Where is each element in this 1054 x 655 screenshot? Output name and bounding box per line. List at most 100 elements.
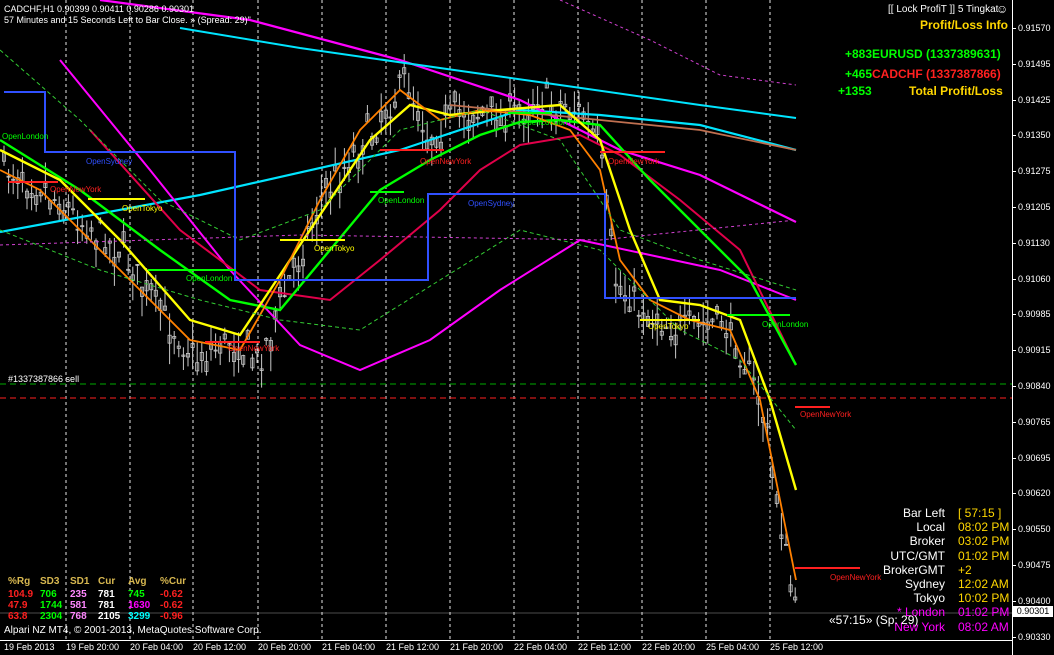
price-tick-label: 0.90475: [1018, 560, 1051, 570]
stats-header: Cur: [98, 576, 116, 587]
countdown-label: «57:15» (Sp: 29): [829, 613, 919, 627]
copyright-label: Alpari NZ MT4, © 2001-2013, MetaQuotes S…: [4, 625, 262, 636]
price-tick-label: 0.90330: [1018, 631, 1051, 642]
order-line-label: #1337387866 sell: [8, 374, 80, 384]
time-tick-label: 20 Feb 12:00: [193, 642, 247, 652]
price-tick-mark: [1012, 457, 1016, 459]
stats-cell: 2105: [98, 611, 121, 622]
smiley-icon: ☺: [996, 2, 1009, 16]
time-tick-label: 20 Feb 20:00: [258, 642, 312, 652]
stats-header: %Cur: [160, 576, 187, 587]
price-tick-mark: [1012, 421, 1016, 423]
clock-value: 01:02 PM: [958, 605, 1010, 620]
envelope-magenta-line: [0, 219, 797, 246]
clock-value: 10:02 PM: [958, 591, 1010, 606]
pl-description: EURUSD (1337389631): [872, 47, 1001, 61]
session-label: OpenLondon: [521, 118, 568, 127]
ma-magenta-line: [99, 0, 797, 223]
time-tick-label: 21 Feb 20:00: [450, 642, 504, 652]
pl-description: Total Profit/Loss: [909, 84, 1003, 98]
time-tick-label: 19 Feb 2013: [4, 642, 55, 652]
time-tick-label: 20 Feb 04:00: [130, 642, 184, 652]
clock-value: 08:02 AM: [958, 619, 1009, 634]
price-tick-mark: [1012, 350, 1016, 352]
stats-cell: 781: [98, 600, 115, 611]
price-tick-label: 0.91570: [1018, 23, 1051, 33]
session-label: OpenNewYork: [420, 157, 472, 166]
clock-key: Tokyo: [913, 591, 945, 606]
stats-cell: 3299: [128, 611, 151, 622]
clock-value: 01:02 PM: [958, 548, 1010, 563]
stats-cell: 235: [70, 589, 87, 600]
stats-cell: 745: [128, 589, 145, 600]
pl-description: CADCHF (1337387866): [872, 67, 1001, 81]
price-tick-mark: [1012, 493, 1016, 495]
stats-cell: 104.9: [8, 589, 34, 600]
price-tick-label: 0.90620: [1018, 488, 1051, 499]
clock-value: +2: [958, 562, 972, 577]
session-label: OpenSydney: [86, 157, 133, 166]
time-axis-line: [0, 640, 1012, 641]
pl-amount: +465: [845, 67, 873, 81]
price-tick-label: 0.91275: [1018, 166, 1051, 177]
stats-header: SD3: [40, 576, 60, 587]
stats-cell: 706: [40, 589, 57, 600]
chart-window[interactable]: CADCHF,H1 0.90399 0.90411 0.90286 0.9030…: [0, 0, 1054, 655]
bar-timer-label: 57 Minutes and 15 Seconds Left to Bar Cl…: [4, 15, 251, 25]
price-tick-mark: [1012, 314, 1016, 316]
stats-cell: -0.62: [160, 600, 183, 611]
price-tick-mark: [1012, 565, 1016, 566]
clock-key: Bar Left: [902, 506, 945, 520]
pl-amount: +1353: [838, 84, 872, 98]
price-tick-mark: [1012, 171, 1016, 173]
time-tick-label: 25 Feb 12:00: [770, 642, 824, 652]
price-tick-label: 0.91495: [1018, 58, 1051, 69]
price-tick-mark: [1012, 242, 1016, 244]
ma-cyan-long-line: [179, 27, 797, 119]
price-tick-mark: [1012, 278, 1016, 280]
price-tick-mark: [1012, 636, 1016, 638]
session-label: OpenLondon: [762, 320, 809, 329]
stats-cell: 63.8: [8, 611, 28, 622]
price-tick-label: 0.91205: [1018, 202, 1051, 212]
price-tick-mark: [1012, 63, 1016, 65]
pl-amount: +883: [845, 47, 873, 61]
price-tick-label: 0.91130: [1018, 237, 1050, 248]
clock-value: 12:02 AM: [958, 577, 1009, 591]
stats-cell: -0.62: [160, 589, 183, 600]
lock-profit-label[interactable]: [[ Lock ProfiT ]] 5 Tingkat: [888, 5, 998, 15]
session-label: OpenNewYork: [50, 185, 102, 194]
symbol-ohlc-label: CADCHF,H1 0.90399 0.90411 0.90286 0.9030…: [4, 4, 194, 14]
price-tick-label: 0.91425: [1018, 94, 1051, 105]
price-tick-label: 0.90400: [1018, 595, 1051, 606]
stats-cell: 47.9: [8, 600, 28, 611]
price-tick-label: 0.90915: [1018, 345, 1051, 356]
stats-header: %Rg: [8, 576, 31, 587]
price-tick-mark: [1012, 99, 1016, 101]
time-tick-label: 21 Feb 12:00: [386, 642, 440, 652]
session-label: OpenNewYork: [608, 157, 660, 166]
price-tick-label: 0.91060: [1018, 273, 1051, 284]
stats-cell: 1744: [40, 600, 63, 611]
clock-value: 08:02 PM: [958, 520, 1010, 535]
time-tick-label: 19 Feb 20:00: [66, 642, 120, 652]
stats-cell: 1630: [128, 600, 151, 611]
time-tick-label: 25 Feb 04:00: [706, 642, 760, 652]
clock-key: Local: [916, 520, 945, 535]
price-tick-mark: [1012, 529, 1016, 531]
session-label: OpenNewYork: [830, 573, 882, 582]
price-tick-label: 0.90985: [1018, 309, 1051, 320]
profit-loss-title: Profit/Loss Info: [920, 18, 1008, 32]
time-tick-label: 22 Feb 12:00: [578, 642, 632, 652]
time-tick-label: 21 Feb 04:00: [322, 642, 376, 652]
price-tick-mark: [1012, 135, 1016, 137]
clock-key: UTC/GMT: [890, 548, 945, 563]
stats-cell: 781: [98, 589, 115, 600]
price-tick-mark: [1012, 28, 1016, 29]
price-tick-mark: [1012, 207, 1016, 208]
stats-header: SD1: [70, 576, 90, 587]
stats-header: Avg: [128, 576, 147, 587]
session-label: OpenTokyo: [648, 322, 689, 331]
session-label: OpenTokyo: [122, 204, 163, 213]
price-tick-label: 0.90550: [1018, 524, 1051, 535]
